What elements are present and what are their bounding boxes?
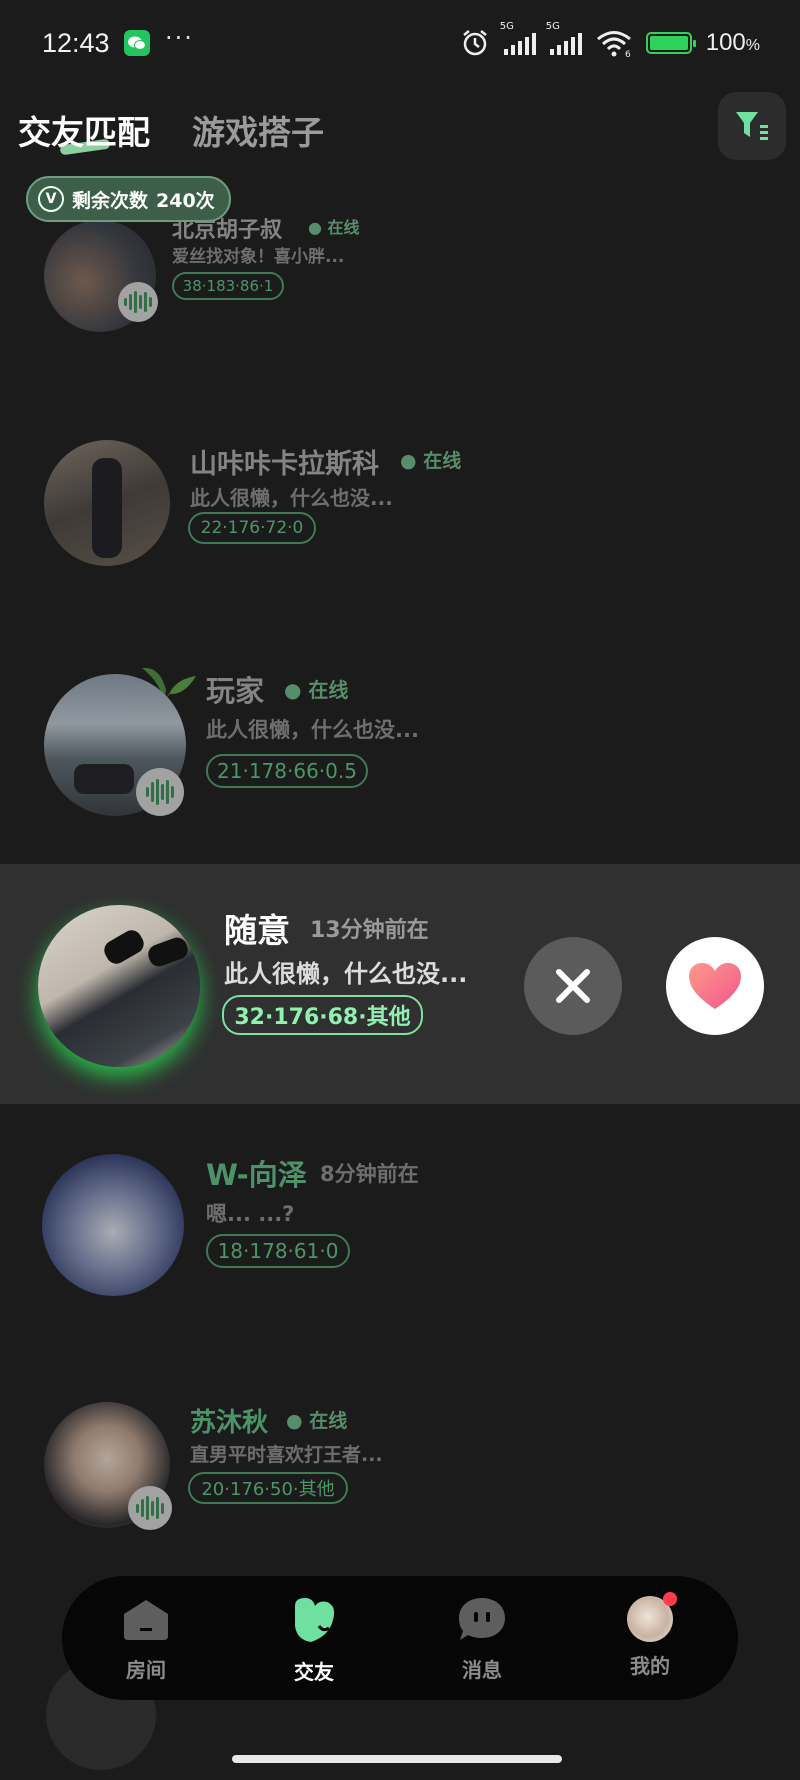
user-name: W-向泽 [206, 1158, 307, 1192]
user-tag: 22·176·72·0 [188, 512, 316, 544]
heart-icon [689, 963, 741, 1009]
online-status: ● 在线 [308, 218, 360, 237]
last-seen: 8分钟前在 [320, 1162, 419, 1186]
status-icons: 5G 5G 6 100% [460, 21, 760, 58]
more-icon: ··· [165, 24, 194, 52]
wechat-icon [124, 30, 150, 56]
tab-friend-match[interactable]: 交友匹配 [18, 106, 150, 154]
like-button[interactable] [666, 937, 764, 1035]
user-bio: 爱丝找对象！喜小胖... [172, 247, 345, 267]
tab-game-partner[interactable]: 游戏搭子 [192, 106, 324, 154]
nav-item-profile[interactable]: 我的 [590, 1592, 710, 1679]
user-bio: 直男平时喜欢打王者... [190, 1444, 383, 1466]
user-bio: 此人很懒，什么也没... [206, 718, 419, 742]
home-indicator[interactable] [232, 1755, 562, 1763]
user-tag: 18·178·61·0 [206, 1234, 350, 1268]
user-name: 苏沐秋 [190, 1408, 269, 1438]
user-bio: 此人很懒，什么也没... [224, 960, 468, 988]
user-name: 山咔咔卡拉斯科 [190, 449, 379, 480]
dislike-button[interactable] [524, 937, 622, 1035]
signal-icon: 5G [500, 21, 536, 55]
vip-icon: V [38, 186, 64, 212]
battery-percent: 100% [705, 29, 760, 56]
list-item[interactable]: 玩家 ● 在线 此人很懒，什么也没... 21·178·66·0.5 [0, 660, 800, 820]
status-time: 12:43 [42, 28, 110, 58]
user-tag: 20·176·50·其他 [188, 1472, 348, 1504]
nav-item-room[interactable]: 房间 [86, 1596, 206, 1683]
svg-text:6: 6 [625, 50, 631, 57]
battery-icon [645, 32, 696, 54]
user-name: 随意 [224, 911, 290, 950]
message-icon [459, 1598, 505, 1640]
status-bar: 12:43 ··· 5G 5G 6 100% [0, 0, 800, 90]
nav-item-messages[interactable]: 消息 [422, 1596, 542, 1683]
bottom-nav: 房间 交友 消息 我的 [62, 1576, 738, 1700]
house-icon [124, 1600, 168, 1640]
avatar [42, 1154, 184, 1296]
heart-icon [295, 1598, 335, 1642]
voice-icon [128, 1486, 172, 1530]
online-status: ● 在线 [284, 678, 349, 702]
filter-button[interactable] [718, 92, 786, 160]
list-item[interactable]: 山咔咔卡拉斯科 ● 在线 此人很懒，什么也没... 22·176·72·0 [0, 440, 800, 570]
online-status: ● 在线 [400, 450, 462, 472]
list-item[interactable]: 苏沐秋 ● 在线 直男平时喜欢打王者... 20·176·50·其他 [0, 1400, 800, 1530]
user-tag: 38·183·86·1 [172, 272, 284, 300]
user-tag: 32·176·68·其他 [222, 995, 423, 1035]
user-bio: 嗯... ...? [206, 1202, 295, 1226]
wifi-icon: 6 [596, 31, 631, 57]
nav-item-friends[interactable]: 交友 [254, 1596, 374, 1685]
avatar [38, 905, 200, 1067]
close-icon [556, 969, 590, 1003]
online-status: ● 在线 [286, 1410, 348, 1432]
filter-icon [736, 112, 768, 140]
remaining-count-badge: V 剩余次数 240次 [26, 176, 231, 222]
voice-icon [118, 282, 158, 322]
signal-icon: 5G [546, 21, 582, 55]
last-seen: 13分钟前在 [310, 918, 429, 943]
list-item[interactable]: W-向泽 8分钟前在 嗯... ...? 18·178·61·0 [0, 1150, 800, 1300]
user-bio: 此人很懒，什么也没... [190, 486, 393, 510]
voice-icon [136, 768, 184, 816]
avatar [44, 440, 170, 566]
user-name: 玩家 [206, 674, 265, 708]
alarm-icon [462, 30, 487, 56]
notification-dot [663, 1592, 677, 1606]
user-tag: 21·178·66·0.5 [206, 754, 368, 788]
